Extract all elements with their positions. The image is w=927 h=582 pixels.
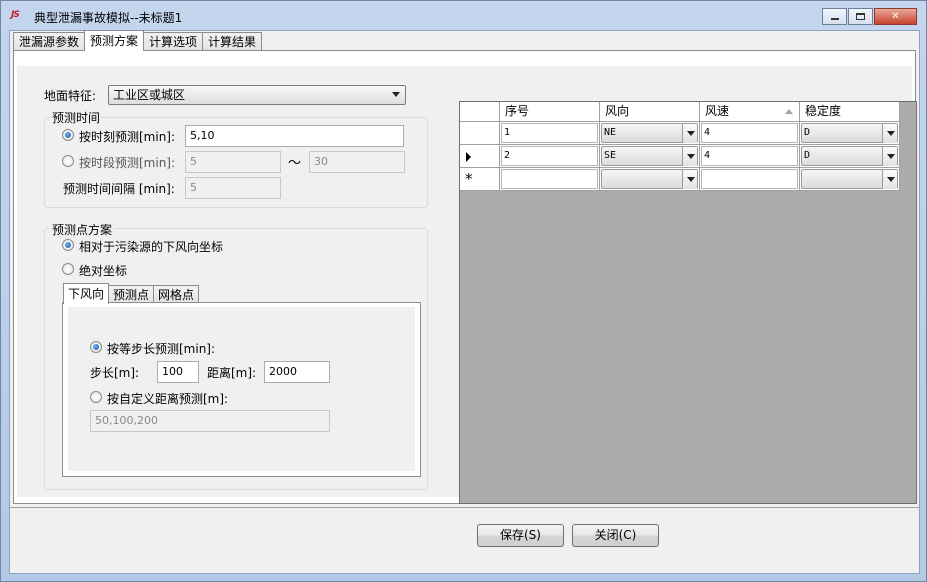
cell-speed[interactable]: 4 <box>700 145 800 168</box>
grid-header: 序号 风向 风速 稳定度 <box>460 102 900 122</box>
interval-input[interactable]: 5 <box>185 177 281 199</box>
chevron-down-icon[interactable] <box>882 170 897 189</box>
column-header[interactable]: 风向 <box>600 102 700 122</box>
chevron-down-icon[interactable] <box>882 147 897 166</box>
chevron-down-icon[interactable] <box>682 124 697 143</box>
weather-grid: 序号 风向 风速 稳定度 1 NE 4 D 2 SE 4 D * <box>459 101 917 504</box>
cell-speed[interactable] <box>700 168 800 191</box>
by-period-label: 按时段预测[min]: <box>79 156 176 170</box>
new-row-icon: * <box>465 170 473 188</box>
save-button[interactable]: 保存(S) <box>477 524 564 547</box>
downwind-panel-body <box>68 307 415 471</box>
subtab-downwind[interactable]: 下风向 <box>63 283 110 304</box>
tab-calc-options[interactable]: 计算选项 <box>143 32 204 51</box>
interval-label: 预测时间间隔 [min]: <box>63 182 175 196</box>
by-period-from-input[interactable]: 5 <box>185 151 281 173</box>
close-window-button[interactable]: ✕ <box>874 8 917 25</box>
chevron-down-icon[interactable] <box>682 147 697 166</box>
by-moment-label: 按时刻预测[min]: <box>79 130 176 144</box>
custom-distance-label: 按自定义距离预测[m]: <box>107 392 229 406</box>
current-row-icon <box>466 152 471 162</box>
custom-distance-radio[interactable] <box>90 391 102 403</box>
chevron-down-icon[interactable] <box>682 170 697 189</box>
minimize-button[interactable] <box>822 8 847 25</box>
tab-leak-source[interactable]: 泄漏源参数 <box>13 32 86 51</box>
cell-no[interactable] <box>500 168 600 191</box>
minimize-icon <box>830 18 839 20</box>
sort-ascending-icon <box>785 109 793 114</box>
table-row[interactable]: 2 SE 4 D <box>460 145 900 168</box>
header-corner <box>460 102 500 122</box>
period-tilde: ～ <box>288 156 302 171</box>
equal-step-radio[interactable] <box>90 341 102 353</box>
step-label: 步长[m]: <box>90 366 140 380</box>
ground-label: 地面特征: <box>44 89 97 103</box>
cell-no[interactable]: 2 <box>500 145 600 168</box>
custom-distance-input[interactable]: 50,100,200 <box>90 410 330 432</box>
tab-calc-results[interactable]: 计算结果 <box>202 32 263 51</box>
cell-stability[interactable] <box>800 168 900 191</box>
prediction-time-title: 预测时间 <box>50 109 103 126</box>
app-logo-icon: JS <box>11 10 20 20</box>
cell-speed[interactable]: 4 <box>700 122 800 145</box>
footer-divider <box>10 507 919 508</box>
cell-no[interactable]: 1 <box>500 122 600 145</box>
title-bar: JS 典型泄漏事故模拟--未标题1 ✕ <box>1 1 926 31</box>
maximize-button[interactable] <box>848 8 873 25</box>
by-moment-input[interactable]: 5,10 <box>185 125 404 147</box>
close-icon: ✕ <box>891 11 900 22</box>
relative-coords-label: 相对于污染源的下风向坐标 <box>79 240 224 254</box>
ground-select-value: 工业区或城区 <box>113 88 186 102</box>
cell-direction[interactable]: NE <box>600 122 700 145</box>
column-header[interactable]: 稳定度 <box>800 102 900 122</box>
relative-coords-radio[interactable] <box>62 239 74 251</box>
main-tabs: 泄漏源参数 预测方案 计算选项 计算结果 <box>13 30 263 51</box>
tab-prediction-plan[interactable]: 预测方案 <box>84 30 145 51</box>
prediction-points-title: 预测点方案 <box>50 221 115 238</box>
cell-direction[interactable]: SE <box>600 145 700 168</box>
dialog-client: 泄漏源参数 预测方案 计算选项 计算结果 地面特征: 工业区或城区 预测时间 按… <box>9 30 920 574</box>
prediction-plan-panel: 地面特征: 工业区或城区 预测时间 按时刻预测[min]: 5,10 按时段预测… <box>13 50 917 504</box>
by-period-to-input[interactable]: 30 <box>309 151 405 173</box>
by-period-radio[interactable] <box>62 155 74 167</box>
distance-label: 距离[m]: <box>207 366 257 380</box>
new-row[interactable]: * <box>460 168 900 191</box>
close-button[interactable]: 关闭(C) <box>572 524 659 547</box>
cell-direction[interactable] <box>600 168 700 191</box>
row-header[interactable] <box>460 122 500 145</box>
window-title: 典型泄漏事故模拟--未标题1 <box>34 11 183 25</box>
by-moment-radio[interactable] <box>62 129 74 141</box>
column-header[interactable]: 序号 <box>500 102 600 122</box>
absolute-coords-radio[interactable] <box>62 263 74 275</box>
chevron-down-icon[interactable] <box>882 124 897 143</box>
cell-stability[interactable]: D <box>800 122 900 145</box>
main-window: JS 典型泄漏事故模拟--未标题1 ✕ 泄漏源参数 预测方案 计算选项 计算结果… <box>0 0 927 582</box>
table-row[interactable]: 1 NE 4 D <box>460 122 900 145</box>
chevron-down-icon <box>392 92 400 97</box>
step-input[interactable]: 100 <box>157 361 199 383</box>
column-header-label: 风速 <box>705 104 730 118</box>
column-header[interactable]: 风速 <box>700 102 800 122</box>
equal-step-label: 按等步长预测[min]: <box>107 342 216 356</box>
cell-stability[interactable]: D <box>800 145 900 168</box>
distance-input[interactable]: 2000 <box>264 361 330 383</box>
panel-body: 地面特征: 工业区或城区 预测时间 按时刻预测[min]: 5,10 按时段预测… <box>17 66 917 504</box>
row-header[interactable]: * <box>460 168 500 191</box>
ground-select[interactable]: 工业区或城区 <box>108 85 406 105</box>
maximize-icon <box>856 13 865 20</box>
row-header[interactable] <box>460 145 500 168</box>
absolute-coords-label: 绝对坐标 <box>79 264 128 278</box>
